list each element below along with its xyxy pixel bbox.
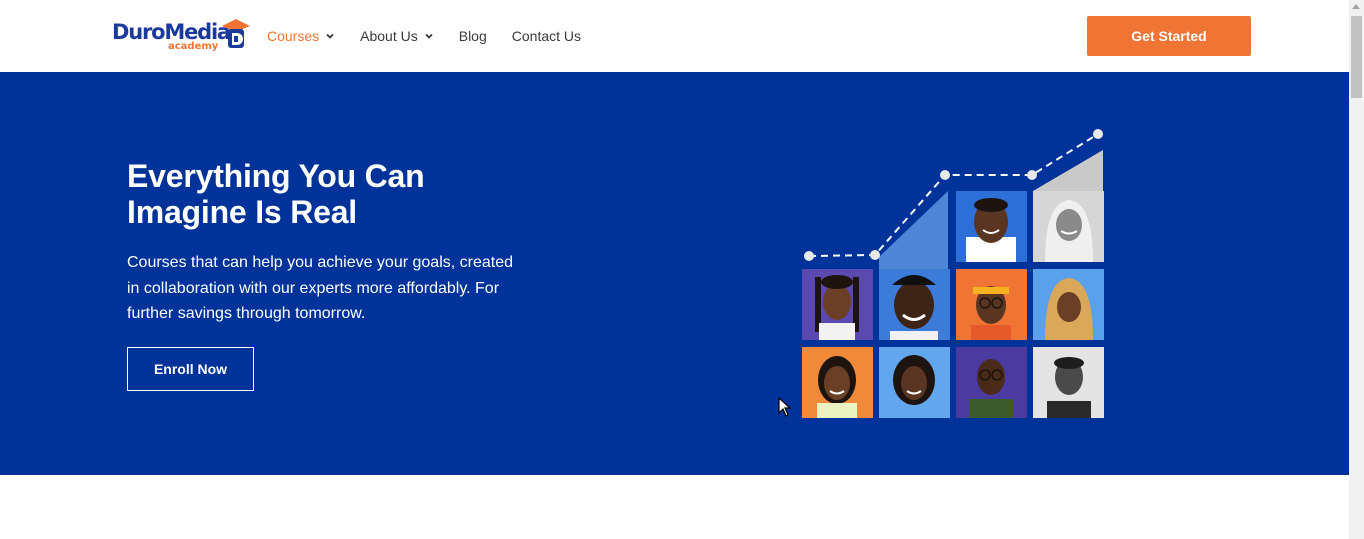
nav-label-contact-us: Contact Us — [511, 28, 582, 44]
hero-section: Everything You Can Imagine Is Real Cours… — [0, 72, 1349, 475]
hero-text-line2: in collaboration with our experts more a… — [127, 279, 500, 297]
nav-item-about-us[interactable]: About Us — [360, 28, 434, 44]
growth-point — [940, 170, 950, 180]
enroll-now-button[interactable]: Enroll Now — [127, 347, 254, 391]
nav-item-blog[interactable]: Blog — [459, 28, 487, 44]
portrait-tile — [802, 347, 873, 418]
hero-illustration — [802, 129, 1104, 418]
brand-logo[interactable]: DuroMedia academy — [112, 18, 252, 56]
nav-label-about-us: About Us — [360, 28, 418, 44]
site-header: DuroMedia academy Courses About Us Blog … — [0, 0, 1349, 72]
chevron-down-icon — [326, 33, 334, 39]
hero-title-line2: Imagine Is Real — [127, 194, 357, 230]
nav-label-blog: Blog — [458, 28, 487, 44]
main-nav: Courses About Us Blog Contact Us — [267, 27, 606, 45]
hero-text-line3: further savings through tomorrow. — [127, 305, 366, 322]
portrait-tile — [802, 269, 873, 340]
portrait-tile — [879, 269, 950, 340]
hero-text-line1: Courses that can help you achieve your g… — [127, 254, 514, 271]
chevron-down-icon — [425, 33, 433, 39]
hero-description: Courses that can help you achieve your g… — [127, 250, 527, 327]
scrollbar-up-arrow-icon[interactable] — [1352, 4, 1360, 9]
growth-point — [1027, 170, 1037, 180]
graduation-cap-icon — [222, 19, 250, 48]
portrait-tile — [1033, 269, 1104, 340]
growth-point — [870, 250, 880, 260]
page-scrollbar[interactable] — [1349, 0, 1364, 539]
hero-title: Everything You Can Imagine Is Real — [127, 158, 547, 230]
nav-label-courses: Courses — [267, 28, 320, 44]
growth-point — [804, 251, 814, 261]
nav-item-courses[interactable]: Courses — [267, 28, 335, 44]
portrait-tile — [1033, 347, 1104, 418]
get-started-button[interactable]: Get Started — [1087, 16, 1251, 56]
portrait-tile — [879, 347, 950, 418]
mouse-pointer-icon — [778, 397, 792, 417]
portrait-tile — [956, 347, 1027, 418]
scrollbar-thumb[interactable] — [1351, 16, 1362, 98]
portrait-tile — [1033, 191, 1104, 262]
portrait-tile — [956, 269, 1027, 340]
nav-item-contact-us[interactable]: Contact Us — [512, 28, 581, 44]
growth-point — [1093, 129, 1103, 139]
logo-subtitle: academy — [168, 41, 219, 52]
hero-title-line1: Everything You Can — [127, 158, 425, 194]
portrait-tile — [956, 191, 1027, 262]
